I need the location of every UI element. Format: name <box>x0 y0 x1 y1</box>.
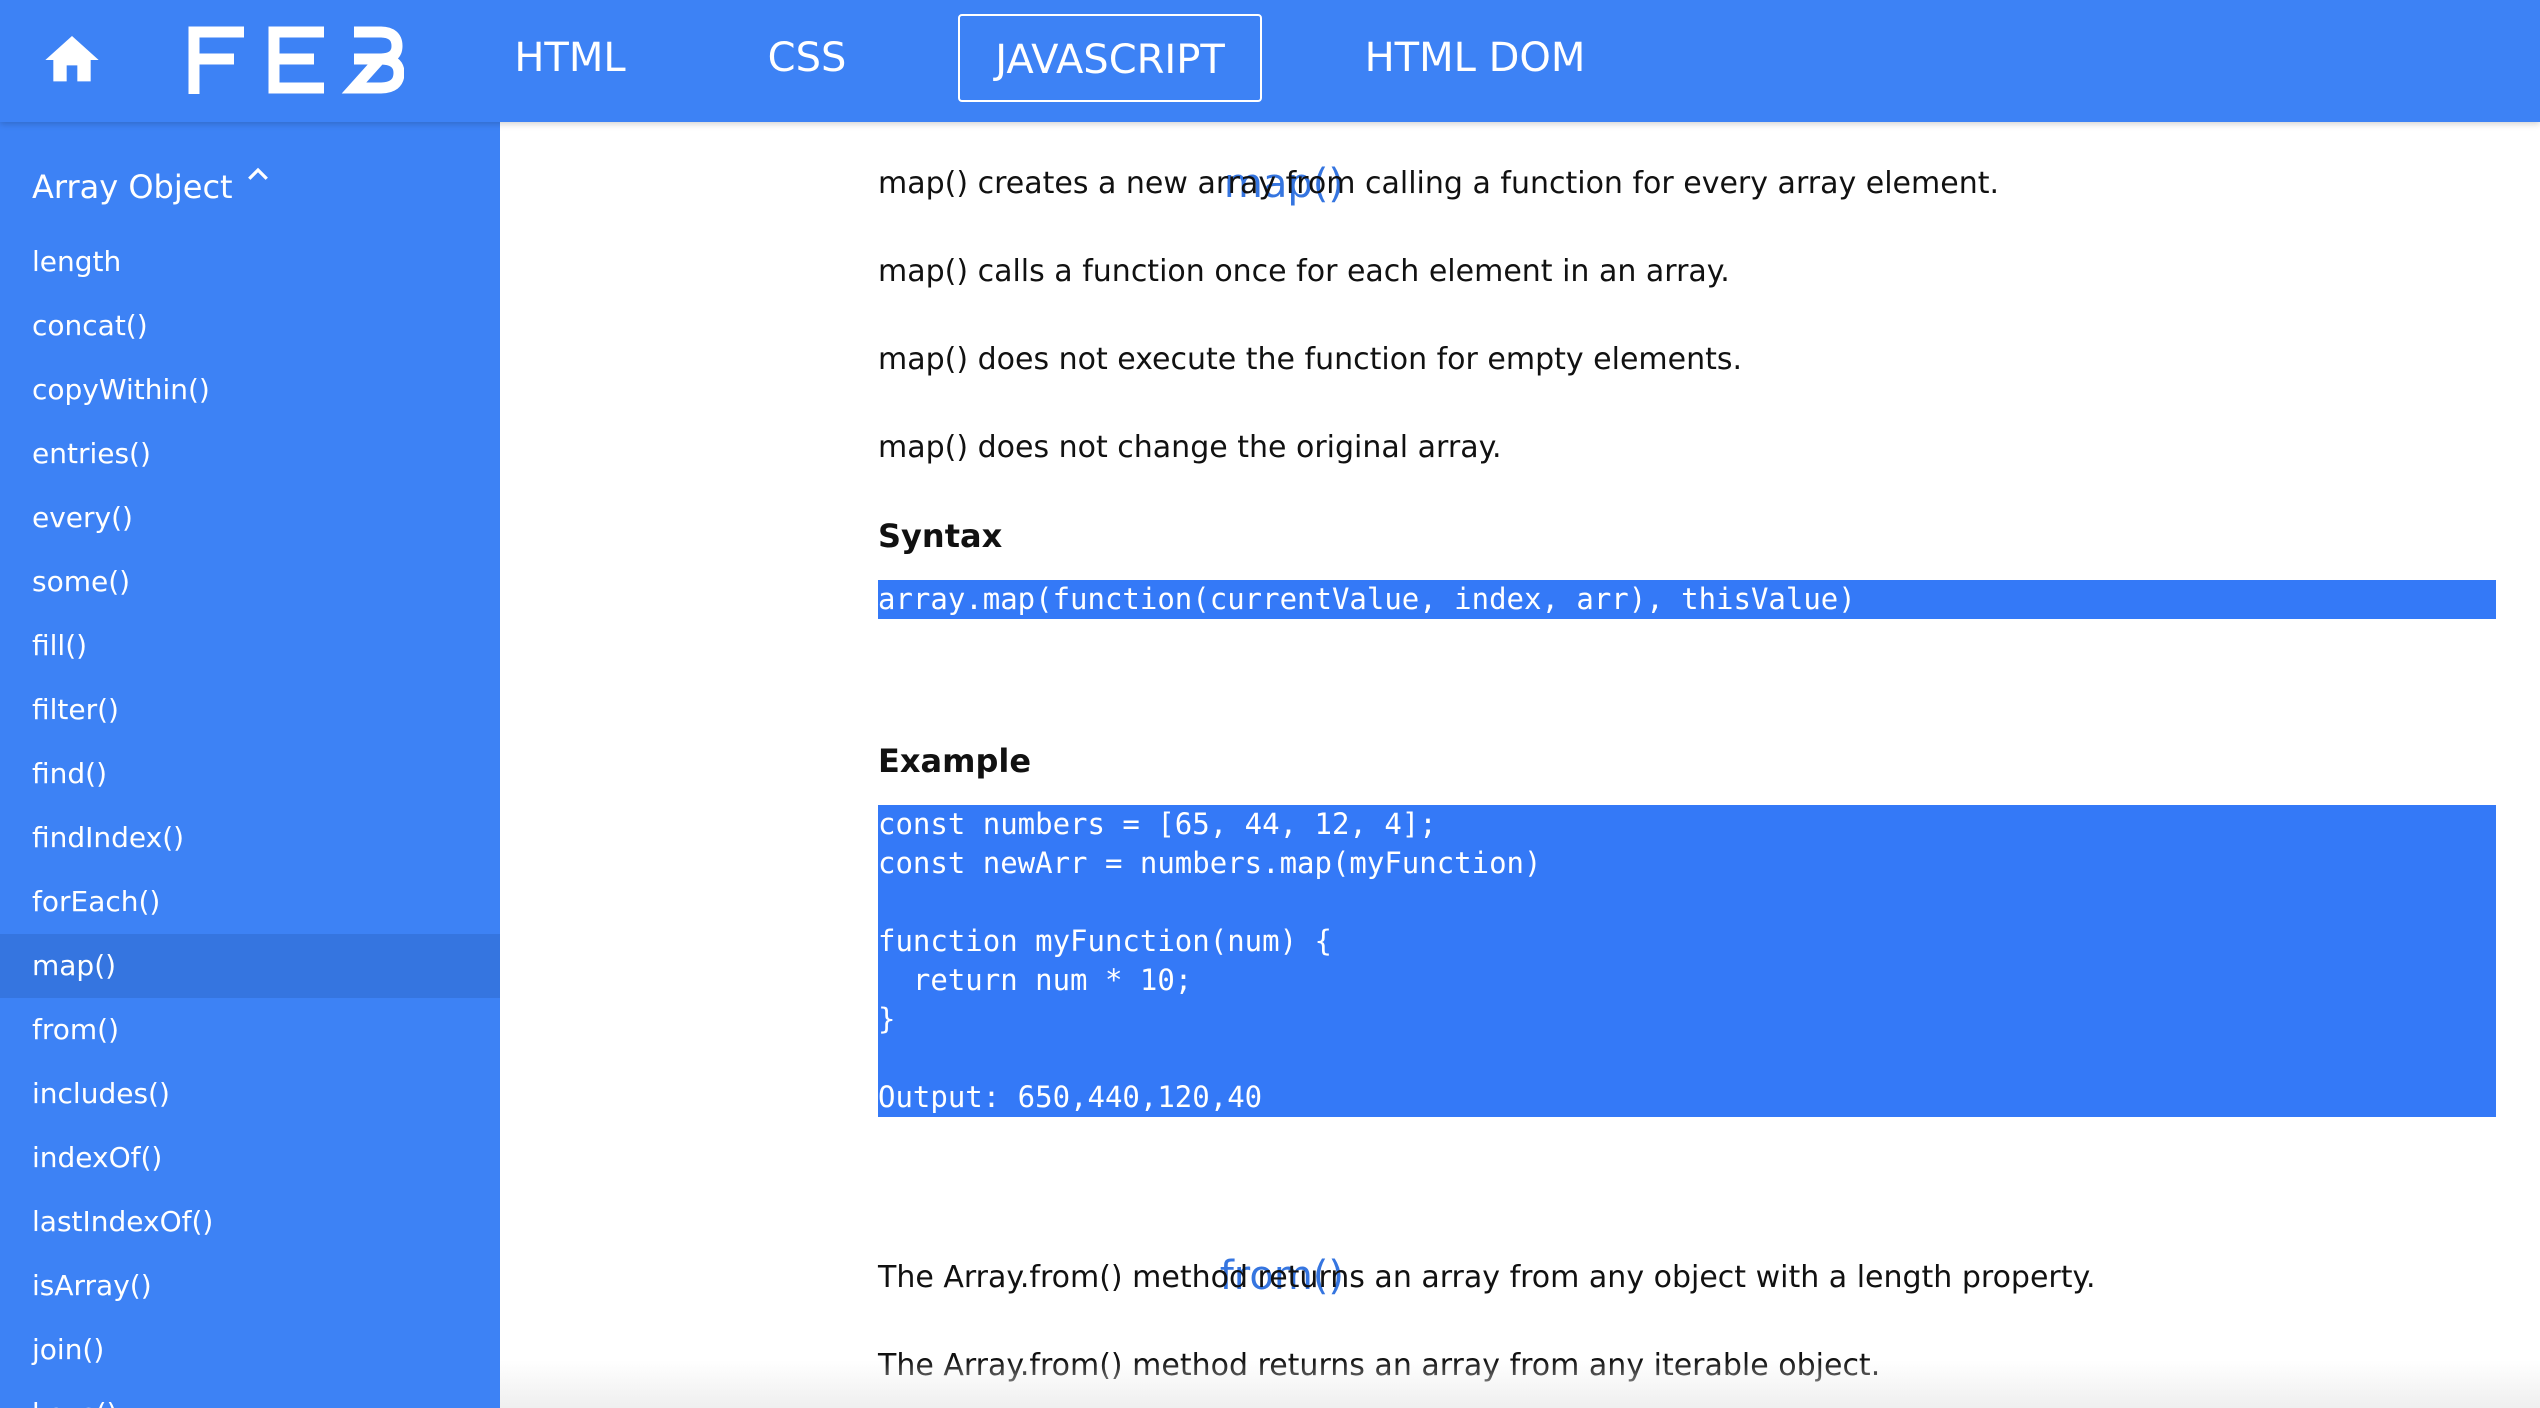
sidebar-item-isarray[interactable]: isArray() <box>0 1254 500 1318</box>
sidebar-item-entries[interactable]: entries() <box>0 422 500 486</box>
method-body-map: map() creates a new array from calling a… <box>878 154 2498 1117</box>
sidebar-item-length[interactable]: length <box>0 230 500 294</box>
sidebar-item-map[interactable]: map() <box>0 934 500 998</box>
chevron-up-icon[interactable] <box>243 160 273 190</box>
sidebar-item-indexof[interactable]: indexOf() <box>0 1126 500 1190</box>
sidebar-item-filter[interactable]: filter() <box>0 678 500 742</box>
sidebar-item-lastindexof[interactable]: lastIndexOf() <box>0 1190 500 1254</box>
sidebar: Array Object length concat() copyWithin(… <box>0 122 500 1408</box>
main-content: map() map() creates a new array from cal… <box>500 122 2540 1408</box>
sidebar-item-concat[interactable]: concat() <box>0 294 500 358</box>
map-example-code-block: const numbers = [65, 44, 12, 4]; const n… <box>878 805 2496 1117</box>
map-paragraph-2: map() calls a function once for each ele… <box>878 254 1730 289</box>
sidebar-heading-label: Array Object <box>32 168 233 206</box>
home-icon[interactable] <box>40 28 104 92</box>
sidebar-item-foreach[interactable]: forEach() <box>0 870 500 934</box>
nav-html[interactable]: HTML <box>496 14 644 102</box>
method-body-from: The Array.from() method returns an array… <box>878 1248 2498 1408</box>
map-paragraph-4: map() does not change the original array… <box>878 430 1502 465</box>
nav-javascript[interactable]: JAVASCRIPT <box>958 14 1262 102</box>
sidebar-item-find[interactable]: find() <box>0 742 500 806</box>
from-paragraph-2: The Array.from() method returns an array… <box>878 1348 1881 1383</box>
map-syntax-code-block: array.map(function(currentValue, index, … <box>878 580 2496 619</box>
map-example-heading: Example <box>878 742 1032 780</box>
site-logo[interactable] <box>188 26 404 94</box>
nav-html-dom[interactable]: HTML DOM <box>1352 14 1598 102</box>
sidebar-item-from[interactable]: from() <box>0 998 500 1062</box>
sidebar-item-fill[interactable]: fill() <box>0 614 500 678</box>
sidebar-method-list: length concat() copyWithin() entries() e… <box>0 230 500 1408</box>
sidebar-item-findindex[interactable]: findIndex() <box>0 806 500 870</box>
map-paragraph-3: map() does not execute the function for … <box>878 342 1743 377</box>
map-paragraph-1: map() creates a new array from calling a… <box>878 166 2000 201</box>
sidebar-item-copywithin[interactable]: copyWithin() <box>0 358 500 422</box>
from-paragraph-1: The Array.from() method returns an array… <box>878 1260 2096 1295</box>
sidebar-item-keys[interactable]: keys() <box>0 1382 500 1408</box>
sidebar-heading-array-object[interactable]: Array Object <box>32 162 273 212</box>
nav-css[interactable]: CSS <box>748 14 866 102</box>
map-syntax-heading: Syntax <box>878 517 1003 555</box>
sidebar-item-every[interactable]: every() <box>0 486 500 550</box>
sidebar-item-includes[interactable]: includes() <box>0 1062 500 1126</box>
sidebar-item-join[interactable]: join() <box>0 1318 500 1382</box>
top-navigation-bar: HTML CSS JAVASCRIPT HTML DOM <box>0 0 2540 122</box>
sidebar-item-some[interactable]: some() <box>0 550 500 614</box>
